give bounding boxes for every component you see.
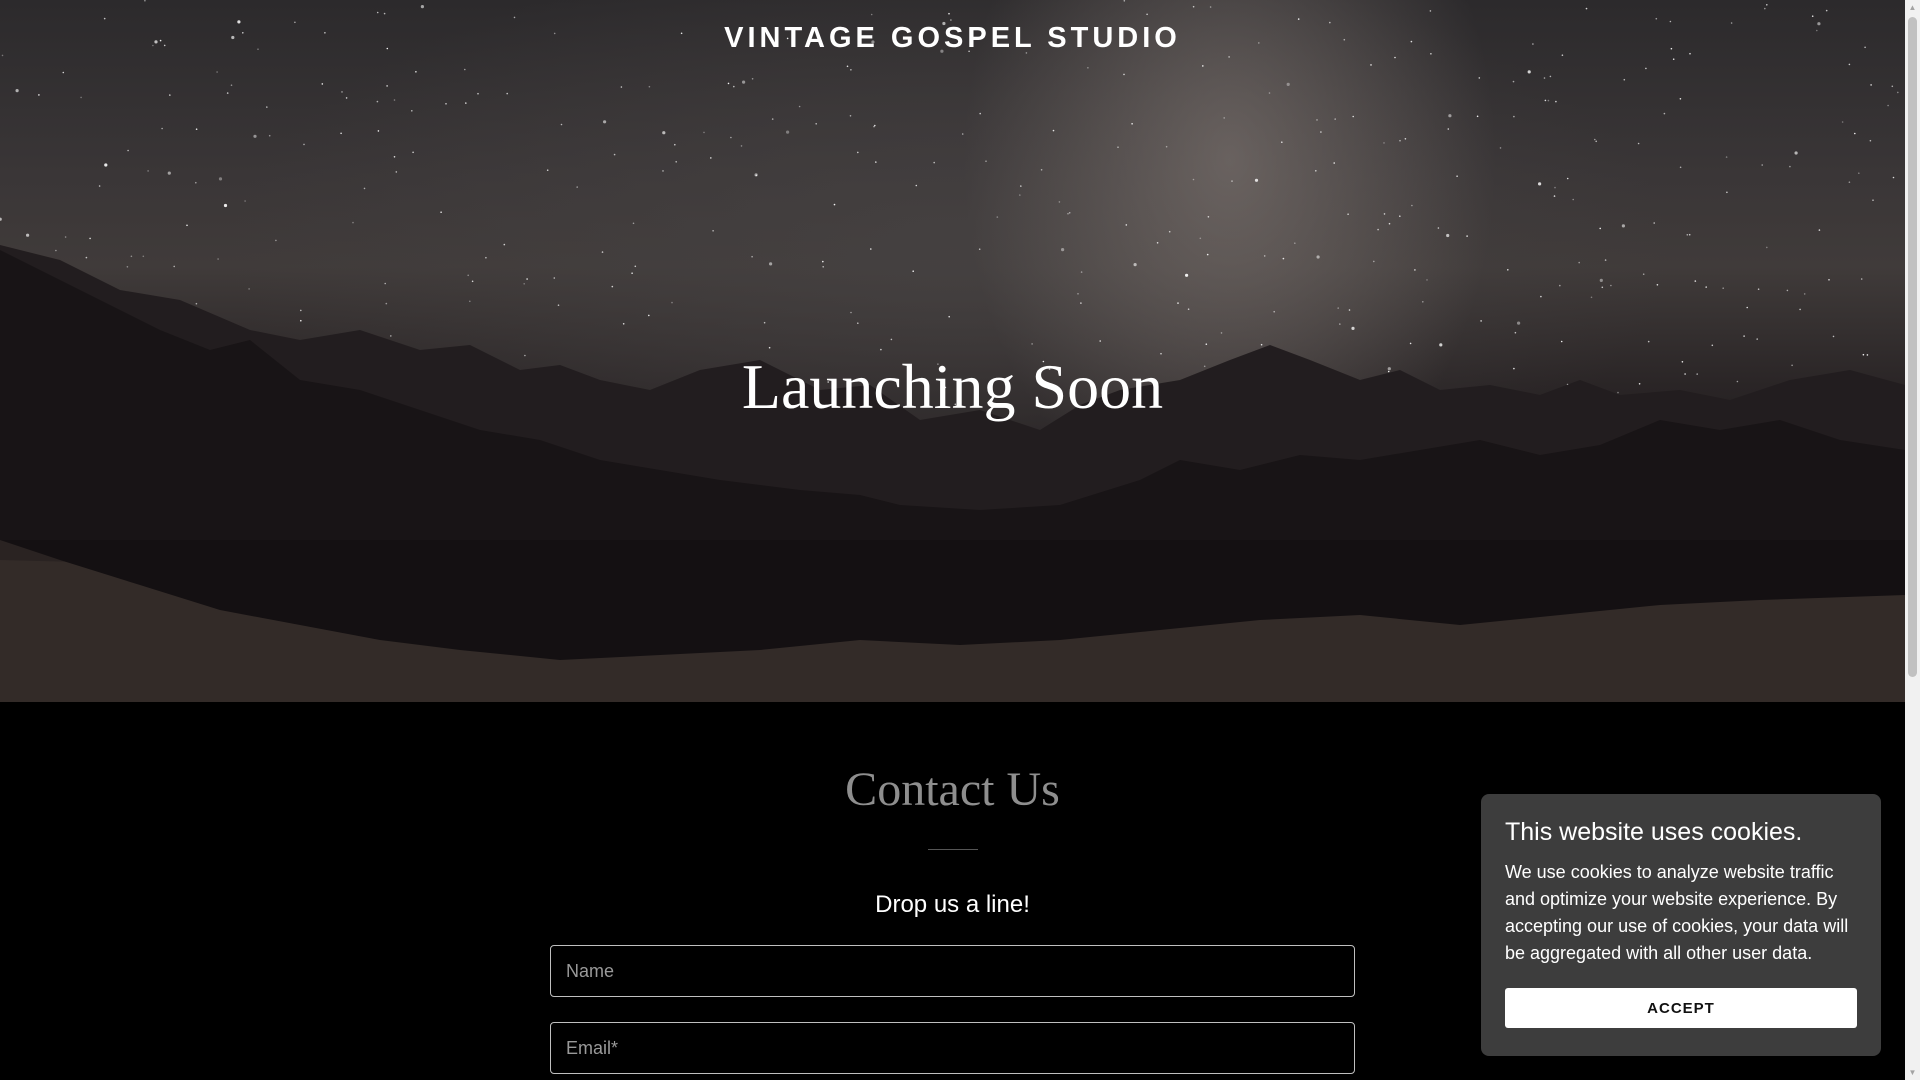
scroll-up-arrow-icon[interactable]: ▲ bbox=[1905, 0, 1920, 15]
scrollbar-thumb[interactable] bbox=[1908, 17, 1917, 677]
page: VINTAGE GOSPEL STUDIO Launching Soon Con… bbox=[0, 0, 1905, 1080]
scroll-down-arrow-icon[interactable]: ▼ bbox=[1905, 1065, 1920, 1080]
site-brand-title[interactable]: VINTAGE GOSPEL STUDIO bbox=[0, 22, 1905, 55]
cookie-banner-title: This website uses cookies. bbox=[1505, 818, 1803, 846]
name-field[interactable] bbox=[550, 945, 1355, 997]
accept-cookies-button[interactable]: ACCEPT bbox=[1505, 988, 1857, 1028]
email-field[interactable] bbox=[550, 1022, 1355, 1074]
vertical-scrollbar[interactable]: ▲ ▼ bbox=[1905, 0, 1920, 1080]
hero-headline: Launching Soon bbox=[741, 351, 1164, 422]
cookie-banner-text: We use cookies to analyze website traffi… bbox=[1505, 862, 1849, 963]
hero-section: VINTAGE GOSPEL STUDIO Launching Soon bbox=[0, 0, 1905, 702]
section-divider bbox=[928, 849, 978, 850]
cookie-banner: This website uses cookies. We use cookie… bbox=[1481, 794, 1881, 1056]
